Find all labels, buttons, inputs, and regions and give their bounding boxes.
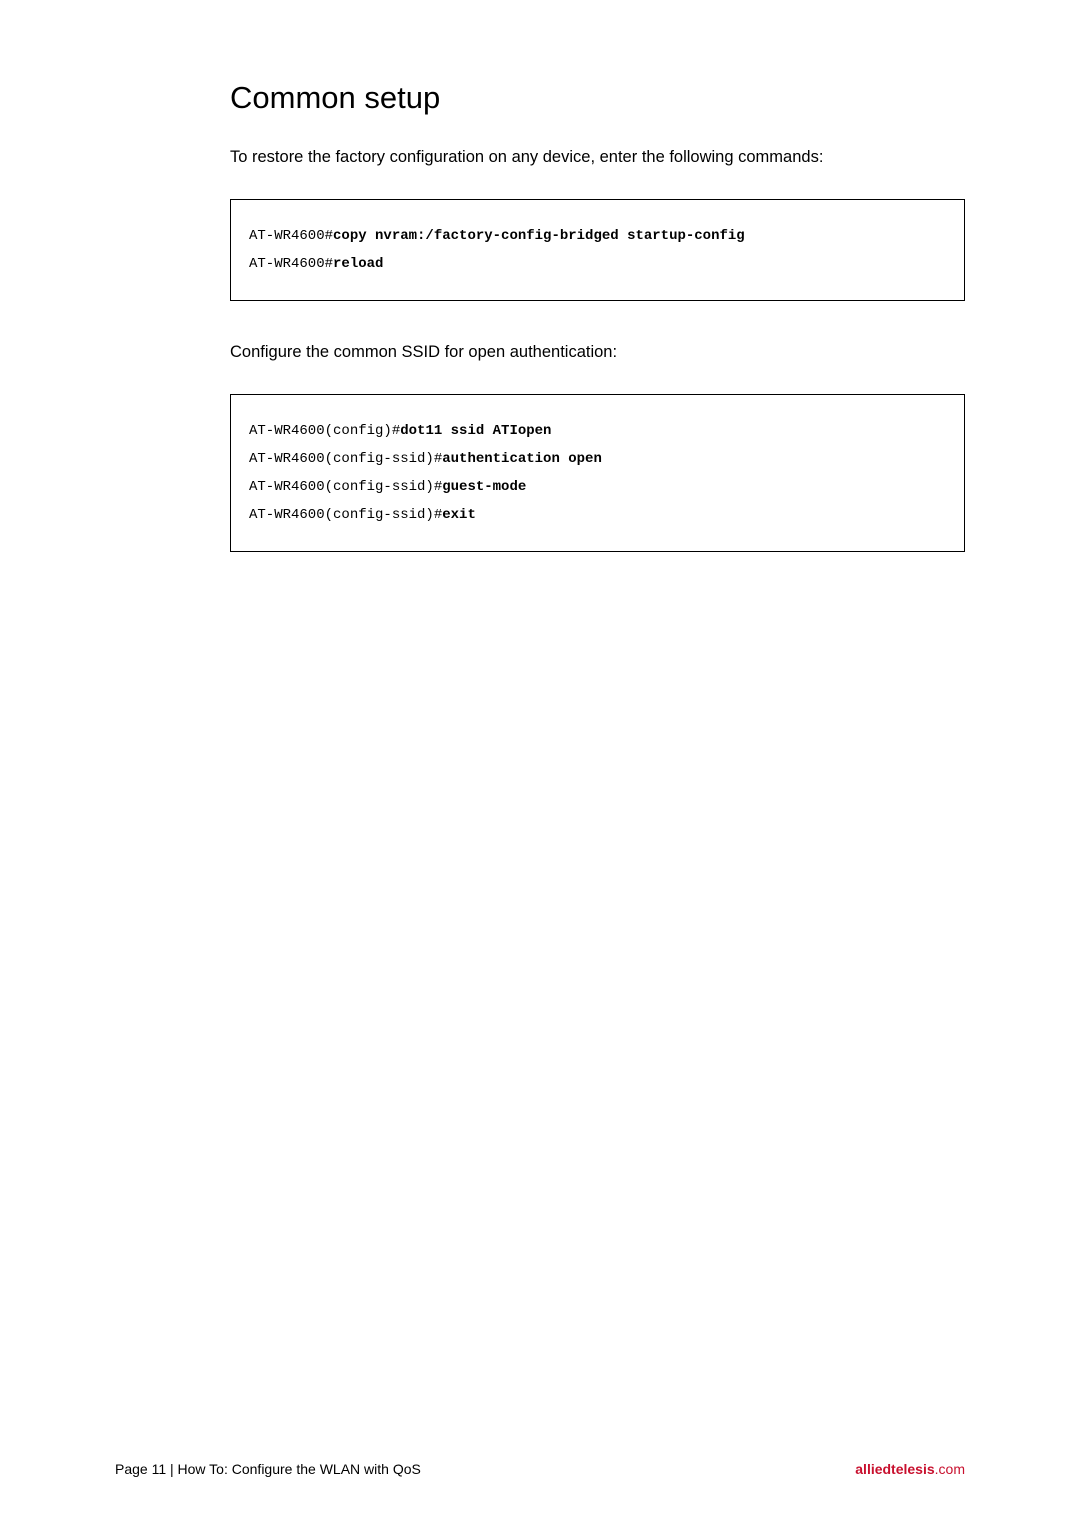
code-line: AT-WR4600(config)#dot11 ssid ATIopen <box>249 417 946 445</box>
code-line: AT-WR4600(config-ssid)#authentication op… <box>249 445 946 473</box>
code-line: AT-WR4600#copy nvram:/factory-config-bri… <box>249 222 946 250</box>
command: copy nvram:/factory-config-bridged start… <box>333 228 745 244</box>
command: guest-mode <box>442 479 526 495</box>
code-line: AT-WR4600(config-ssid)#exit <box>249 501 946 529</box>
page-footer: Page 11 | How To: Configure the WLAN wit… <box>115 1461 965 1477</box>
footer-page-info: Page 11 | How To: Configure the WLAN wit… <box>115 1461 421 1477</box>
prompt: AT-WR4600(config-ssid)# <box>249 451 442 467</box>
command: reload <box>333 256 383 272</box>
code-block-1: AT-WR4600#copy nvram:/factory-config-bri… <box>230 199 965 301</box>
intro-paragraph: To restore the factory configuration on … <box>230 146 965 169</box>
prompt: AT-WR4600(config-ssid)# <box>249 479 442 495</box>
command: dot11 ssid ATIopen <box>400 423 551 439</box>
command: exit <box>442 507 476 523</box>
section-heading: Common setup <box>230 80 965 116</box>
footer-brand: alliedtelesis.com <box>855 1461 965 1477</box>
brand-suffix: .com <box>935 1461 965 1477</box>
prompt: AT-WR4600(config)# <box>249 423 400 439</box>
code-line: AT-WR4600#reload <box>249 250 946 278</box>
prompt: AT-WR4600(config-ssid)# <box>249 507 442 523</box>
middle-paragraph: Configure the common SSID for open authe… <box>230 341 965 364</box>
code-block-2: AT-WR4600(config)#dot11 ssid ATIopen AT-… <box>230 394 965 552</box>
command: authentication open <box>442 451 602 467</box>
brand-name: alliedtelesis <box>855 1461 934 1477</box>
code-line: AT-WR4600(config-ssid)#guest-mode <box>249 473 946 501</box>
prompt: AT-WR4600# <box>249 256 333 272</box>
prompt: AT-WR4600# <box>249 228 333 244</box>
main-content: Common setup To restore the factory conf… <box>115 80 965 552</box>
